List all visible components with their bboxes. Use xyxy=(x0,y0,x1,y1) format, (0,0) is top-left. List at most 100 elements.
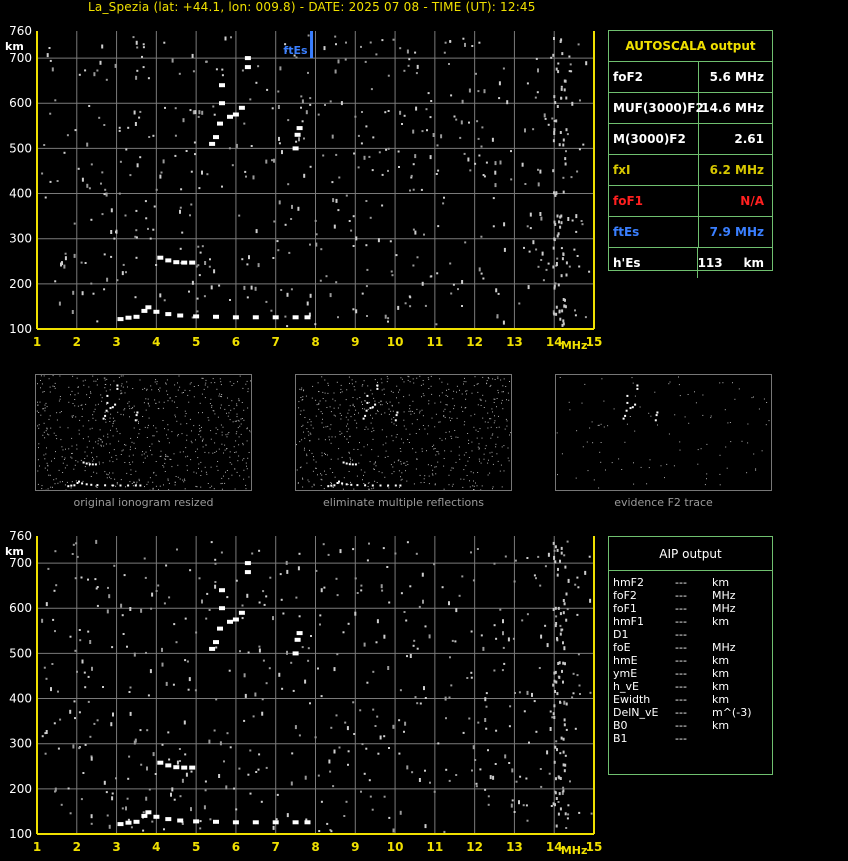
noise-mark xyxy=(359,442,360,444)
noise-mark xyxy=(588,270,591,273)
noise-mark xyxy=(74,649,77,652)
noise-mark xyxy=(384,111,387,114)
aip-unit: km xyxy=(712,615,730,628)
noise-mark xyxy=(204,261,207,265)
trace-point xyxy=(374,403,377,406)
noise-mark xyxy=(508,460,510,462)
noise-mark xyxy=(421,448,423,450)
noise-mark xyxy=(185,456,187,458)
noise-mark xyxy=(407,464,409,465)
noise-mark xyxy=(42,391,44,393)
noise-mark xyxy=(506,425,508,427)
noise-mark xyxy=(434,448,436,449)
noise-mark xyxy=(320,411,322,413)
noise-mark xyxy=(366,681,369,684)
noise-mark xyxy=(128,405,130,407)
noise-mark xyxy=(365,125,368,128)
noise-mark xyxy=(445,394,447,396)
noise-mark xyxy=(71,390,73,392)
noise-mark xyxy=(233,383,235,385)
noise-mark xyxy=(65,448,66,450)
noise-mark xyxy=(751,397,753,399)
noise-mark xyxy=(480,235,483,238)
autoscala-value: 5.6 MHz xyxy=(709,70,764,84)
noise-mark xyxy=(155,474,157,476)
autoscala-param: foF2 xyxy=(609,62,699,92)
noise-mark xyxy=(747,423,749,425)
noise-mark xyxy=(370,414,371,416)
noise-mark xyxy=(67,787,70,790)
noise-mark xyxy=(93,722,96,725)
noise-mark xyxy=(120,390,122,392)
trace-point xyxy=(88,463,91,466)
noise-mark xyxy=(554,282,557,285)
noise-mark xyxy=(559,225,562,229)
noise-mark xyxy=(313,484,315,486)
noise-mark xyxy=(445,431,447,433)
noise-mark xyxy=(115,777,117,780)
noise-mark xyxy=(120,385,122,387)
trace-point xyxy=(365,409,368,412)
noise-mark xyxy=(229,456,231,458)
noise-mark xyxy=(133,740,136,745)
noise-mark xyxy=(243,673,246,678)
noise-mark xyxy=(310,424,312,426)
noise-mark xyxy=(246,440,248,442)
noise-mark xyxy=(56,419,58,421)
noise-mark xyxy=(476,383,478,385)
noise-mark xyxy=(325,400,327,402)
noise-mark xyxy=(378,471,380,473)
noise-mark xyxy=(345,800,348,803)
noise-mark xyxy=(384,314,387,319)
noise-mark xyxy=(407,439,409,440)
noise-mark xyxy=(387,403,388,405)
noise-mark xyxy=(52,375,54,377)
noise-mark xyxy=(276,793,279,796)
noise-mark xyxy=(371,449,373,451)
autoscala-row: MUF(3000)F2 14.6 MHz xyxy=(609,93,772,124)
noise-mark xyxy=(455,608,458,613)
noise-mark xyxy=(424,697,427,699)
noise-mark xyxy=(43,454,45,456)
aip-row: Ewidth --- km xyxy=(613,693,751,706)
noise-mark xyxy=(421,450,423,452)
noise-mark xyxy=(46,53,49,58)
noise-mark xyxy=(367,444,368,446)
noise-mark xyxy=(39,401,41,403)
noise-mark xyxy=(360,454,362,456)
noise-mark xyxy=(679,449,681,451)
noise-mark xyxy=(412,448,414,450)
noise-mark xyxy=(114,478,116,480)
x-tick-label: 7 xyxy=(272,335,280,349)
noise-mark xyxy=(478,447,480,449)
noise-mark xyxy=(210,285,213,290)
noise-mark xyxy=(404,721,407,726)
noise-mark xyxy=(169,397,171,399)
noise-mark xyxy=(93,471,95,473)
noise-mark xyxy=(185,413,187,414)
noise-mark xyxy=(376,482,378,483)
noise-mark xyxy=(443,196,445,199)
noise-mark xyxy=(221,482,223,484)
noise-mark xyxy=(89,735,92,738)
noise-mark xyxy=(257,65,260,68)
noise-mark xyxy=(301,399,303,401)
noise-mark xyxy=(673,465,675,467)
noise-mark xyxy=(93,72,96,77)
noise-mark xyxy=(118,376,120,378)
noise-mark xyxy=(219,741,222,746)
noise-mark xyxy=(55,584,58,587)
noise-mark xyxy=(372,427,374,429)
noise-mark xyxy=(763,398,765,400)
noise-mark xyxy=(90,822,93,825)
trace-point xyxy=(141,813,148,818)
noise-mark xyxy=(563,602,566,606)
noise-mark xyxy=(179,795,182,798)
noise-mark xyxy=(48,378,50,380)
noise-mark xyxy=(528,741,530,744)
noise-mark xyxy=(487,749,489,752)
noise-mark xyxy=(539,768,542,770)
noise-mark xyxy=(251,552,254,555)
noise-mark xyxy=(162,465,164,466)
noise-mark xyxy=(210,438,212,440)
